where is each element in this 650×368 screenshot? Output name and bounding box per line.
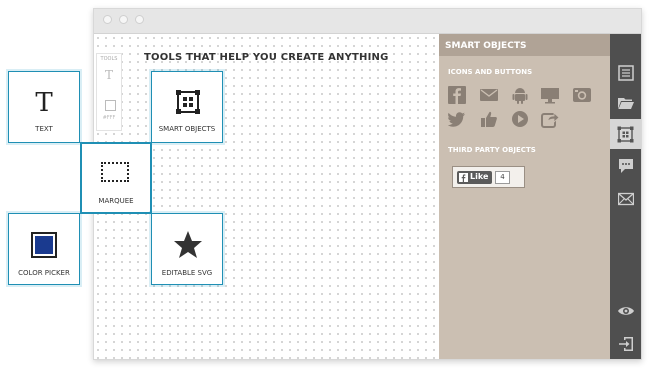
window-minimize-button[interactable] <box>119 15 128 24</box>
panel-title: SMART OBJECTS <box>445 41 527 51</box>
pages-icon[interactable] <box>618 65 634 81</box>
color-picker-tile[interactable]: COLOR PICKER <box>8 213 80 285</box>
third-party-section-title: THIRD PARTY OBJECTS <box>448 146 536 154</box>
editable-svg-tile[interactable]: EDITABLE SVG <box>151 213 223 285</box>
play-icon[interactable] <box>511 110 529 128</box>
marquee-icon <box>101 162 129 182</box>
smart-objects-icon[interactable] <box>617 126 634 143</box>
star-icon <box>174 231 202 258</box>
camera-icon[interactable] <box>573 86 591 104</box>
marquee-label: MARQUEE <box>98 197 134 205</box>
like-count: 4 <box>495 171 510 184</box>
envelope-icon[interactable] <box>618 192 634 206</box>
like-label: Like <box>470 172 489 181</box>
mail-icon[interactable] <box>480 86 498 104</box>
android-icon[interactable] <box>511 86 529 104</box>
share-icon[interactable] <box>541 110 559 128</box>
smart-objects-tile[interactable]: SMART OBJECTS <box>151 71 223 143</box>
tools-bar-label: TOOLS <box>100 56 118 62</box>
tools-bar-color-value: #FFF <box>102 115 116 121</box>
connector-line <box>150 142 152 214</box>
connector-line <box>80 212 152 214</box>
facebook-icon[interactable] <box>448 86 466 104</box>
like-button[interactable]: Like <box>457 171 492 184</box>
folder-icon[interactable] <box>618 96 634 110</box>
color-picker-label: COLOR PICKER <box>18 269 70 277</box>
window-maximize-button[interactable] <box>135 15 144 24</box>
exit-icon[interactable] <box>618 336 634 352</box>
tools-bar-color-swatch[interactable] <box>105 100 116 111</box>
smart-objects-panel <box>439 34 611 359</box>
window-titlebar <box>94 9 641 34</box>
twitter-icon[interactable] <box>448 110 466 128</box>
monitor-icon[interactable] <box>541 86 559 104</box>
text-tool-label: TEXT <box>35 125 53 133</box>
tools-bar-text-tool[interactable]: T <box>97 68 121 82</box>
facebook-like-widget[interactable]: Like 4 <box>452 166 525 188</box>
preview-eye-icon[interactable] <box>617 305 635 317</box>
window-close-button[interactable] <box>103 15 112 24</box>
editable-svg-label: EDITABLE SVG <box>161 269 213 277</box>
facebook-small-icon <box>459 173 468 182</box>
icons-section-title: ICONS AND BUTTONS <box>448 68 533 76</box>
text-tool-tile[interactable]: T TEXT <box>8 71 80 143</box>
comments-icon[interactable] <box>618 158 634 174</box>
tools-bar: TOOLS T #FFF <box>96 53 122 131</box>
thumbs-up-icon[interactable] <box>480 110 498 128</box>
canvas-heading: TOOLS THAT HELP YOU CREATE ANYTHING <box>144 52 389 63</box>
color-swatch <box>35 236 53 254</box>
smart-objects-label: SMART OBJECTS <box>158 125 216 133</box>
smart-objects-icon <box>176 90 200 114</box>
marquee-tool-tile[interactable]: MARQUEE <box>82 144 150 212</box>
text-tool-glyph: T <box>35 88 53 118</box>
color-swatch-frame <box>31 232 57 258</box>
